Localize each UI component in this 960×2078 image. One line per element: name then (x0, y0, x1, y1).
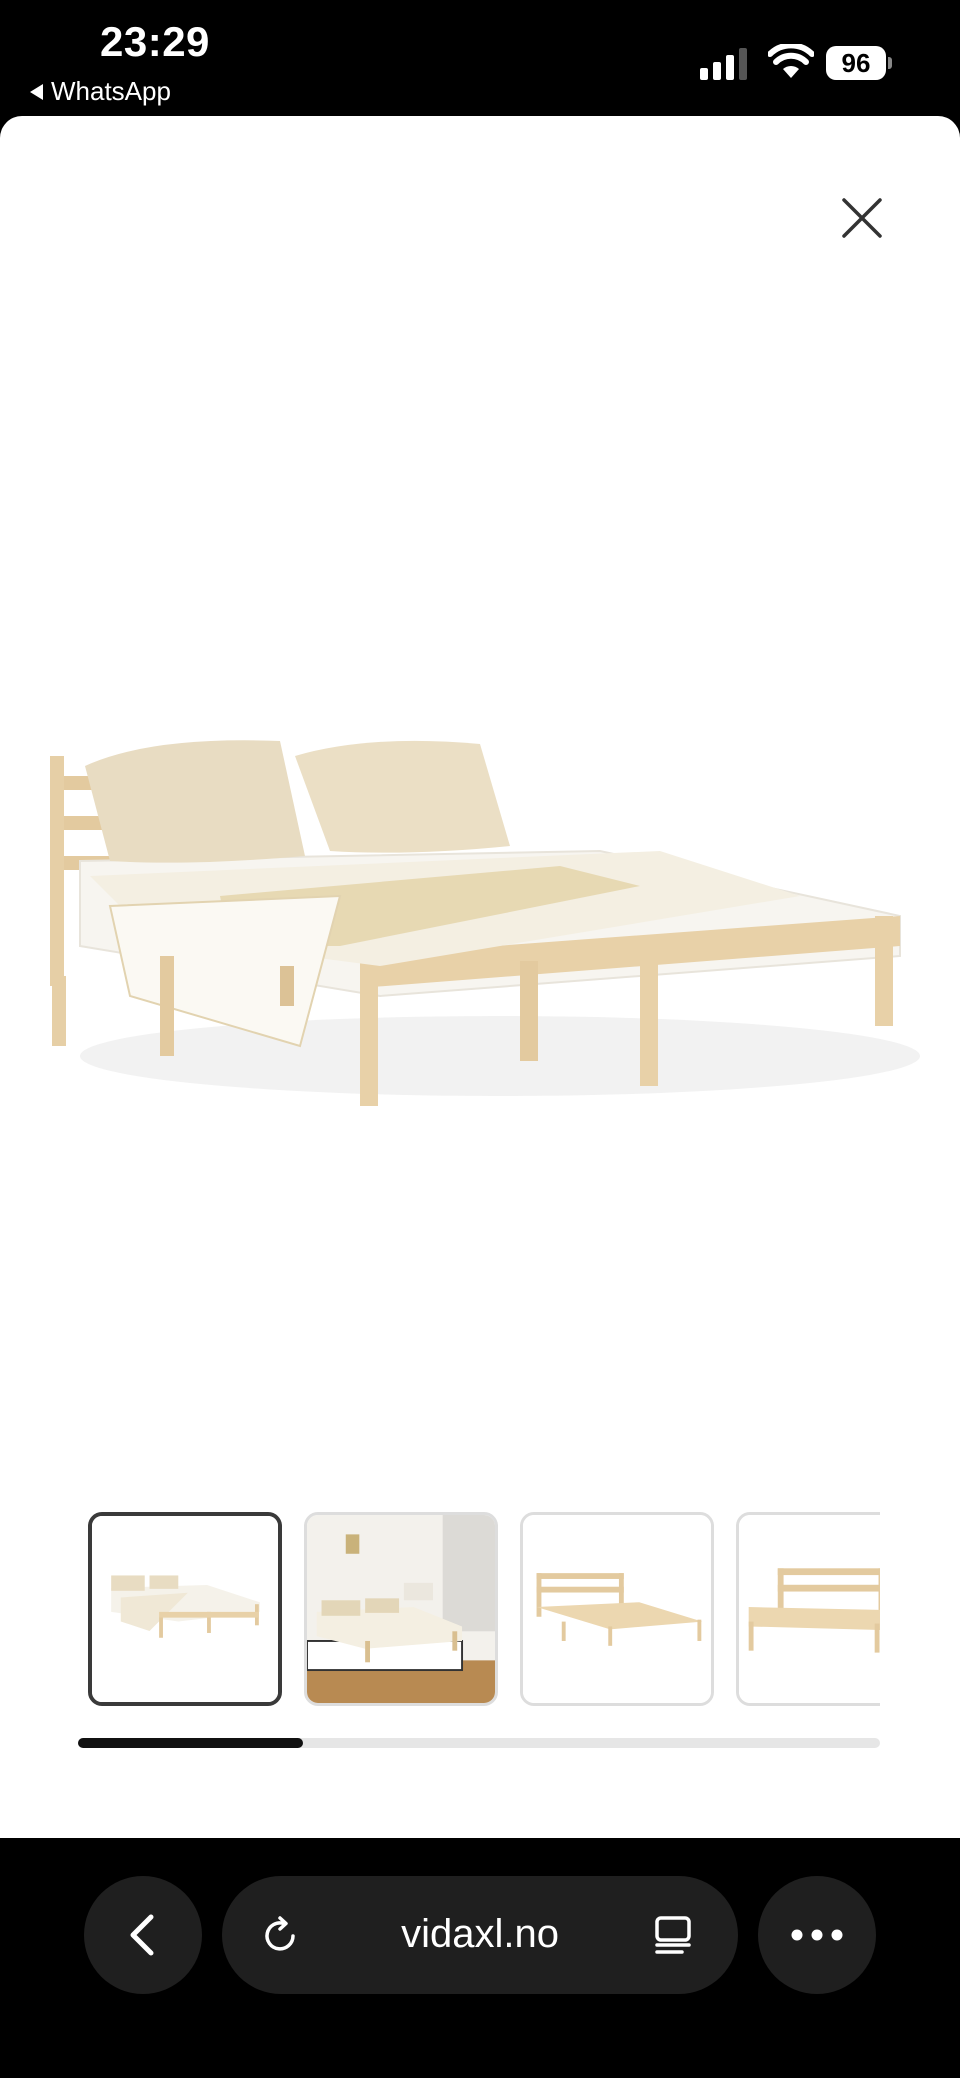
back-app-label: WhatsApp (51, 76, 171, 106)
image-viewer-sheet (0, 116, 960, 1838)
main-product-image[interactable] (40, 616, 920, 1176)
thumbnail-3[interactable] (520, 1512, 714, 1706)
status-bar: 23:29 WhatsApp 96 (0, 0, 960, 116)
back-button[interactable] (84, 1876, 202, 1994)
thumbnail-scroll-track[interactable] (78, 1738, 880, 1748)
cellular-signal-icon (700, 48, 747, 80)
thumbnail-1[interactable] (88, 1512, 282, 1706)
back-to-app-link[interactable]: WhatsApp (30, 76, 171, 107)
address-bar[interactable]: vidaxl.no (222, 1876, 738, 1994)
battery-icon: 96 (826, 46, 894, 80)
back-triangle-icon (30, 83, 43, 100)
chevron-left-icon (130, 1914, 154, 1956)
reader-icon[interactable] (652, 1914, 694, 1956)
thumbnail-strip[interactable] (88, 1512, 880, 1708)
thumbnail-2[interactable] (304, 1512, 498, 1706)
wifi-icon (768, 44, 814, 78)
browser-toolbar: vidaxl.no (0, 1838, 960, 2078)
more-icon (791, 1929, 843, 1941)
close-icon[interactable] (836, 192, 888, 244)
battery-nub (888, 57, 892, 69)
status-time: 23:29 (100, 18, 210, 65)
thumbnail-scroll-thumb[interactable] (78, 1738, 303, 1748)
thumbnail-4[interactable] (736, 1512, 880, 1706)
more-options-button[interactable] (758, 1876, 876, 1994)
battery-level: 96 (826, 46, 886, 80)
